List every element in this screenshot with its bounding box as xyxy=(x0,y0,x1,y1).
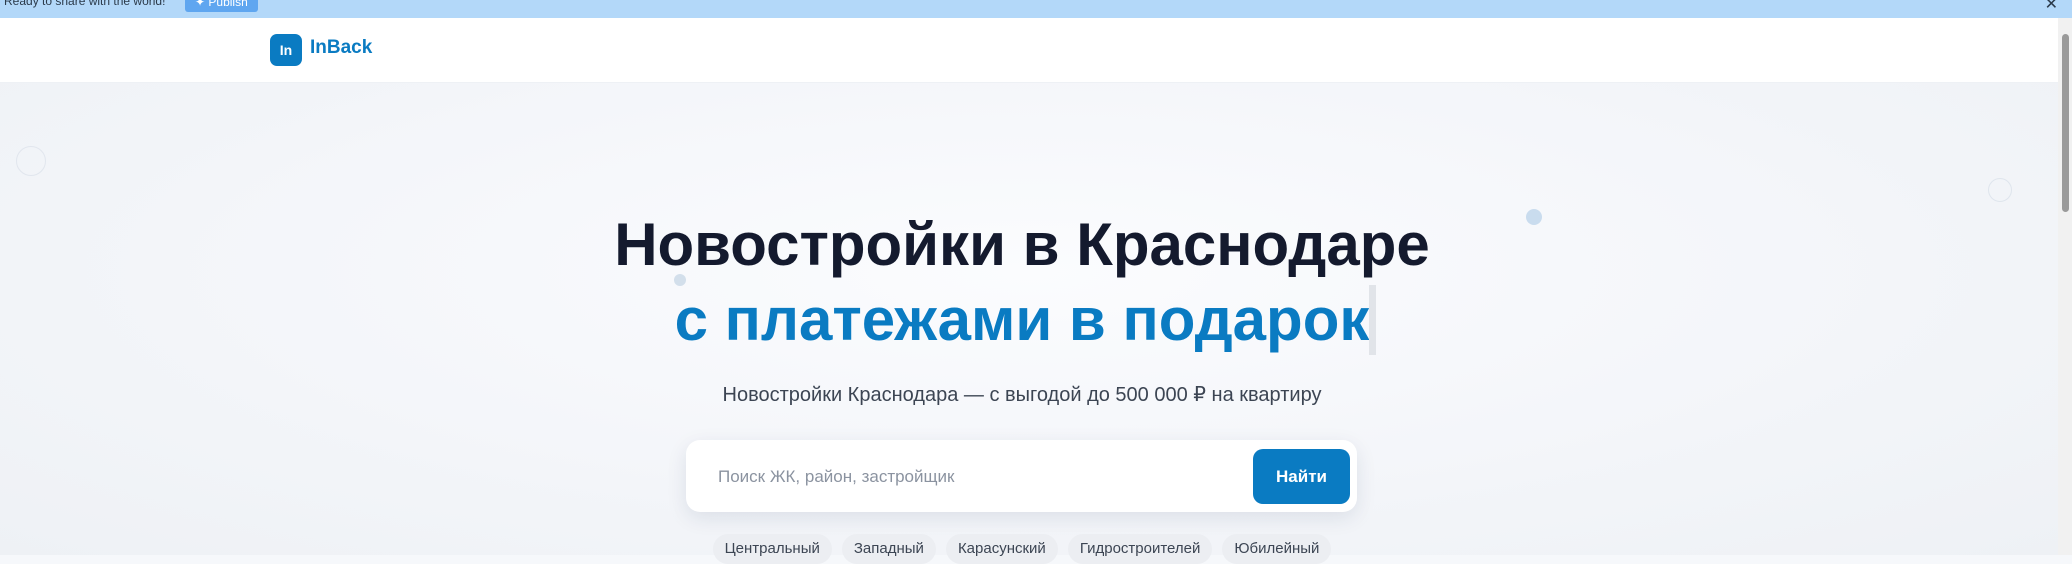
publish-button[interactable]: ✦ Publish xyxy=(185,0,258,12)
district-chip[interactable]: Центральный xyxy=(712,534,832,564)
close-icon[interactable]: ✕ xyxy=(2045,0,2058,14)
district-chip[interactable]: Гидростроителей xyxy=(1067,534,1213,564)
district-chip[interactable]: Карасунский xyxy=(945,534,1058,564)
site-header: In InBack xyxy=(0,18,2058,83)
scrollbar[interactable] xyxy=(2058,18,2072,555)
logo-text[interactable]: InBack xyxy=(310,37,372,59)
hero-subtitle: Новостройки Краснодара — с выгодой до 50… xyxy=(722,384,1322,406)
decorative-ring xyxy=(16,146,46,176)
search-button[interactable]: Найти xyxy=(1253,449,1350,504)
logo-badge[interactable]: In xyxy=(270,34,302,66)
hero-title: Новостройки в Краснодаре xyxy=(614,211,1430,278)
scrollbar-thumb[interactable] xyxy=(2062,34,2069,212)
search-box: Найти xyxy=(686,440,1357,512)
district-chip[interactable]: Юбилейный xyxy=(1222,534,1332,564)
hero-title-accent: с платежами в подарок xyxy=(674,286,1370,353)
search-input[interactable] xyxy=(716,458,1220,496)
decorative-ring xyxy=(1988,178,2012,202)
share-banner: Ready to share with the world! ✦ Publish… xyxy=(0,0,2072,18)
district-chips: Центральный Западный Карасунский Гидрост… xyxy=(0,534,2044,564)
typing-caret xyxy=(1369,285,1376,355)
district-chip[interactable]: Западный xyxy=(841,534,936,564)
share-banner-message: Ready to share with the world! xyxy=(4,0,166,8)
